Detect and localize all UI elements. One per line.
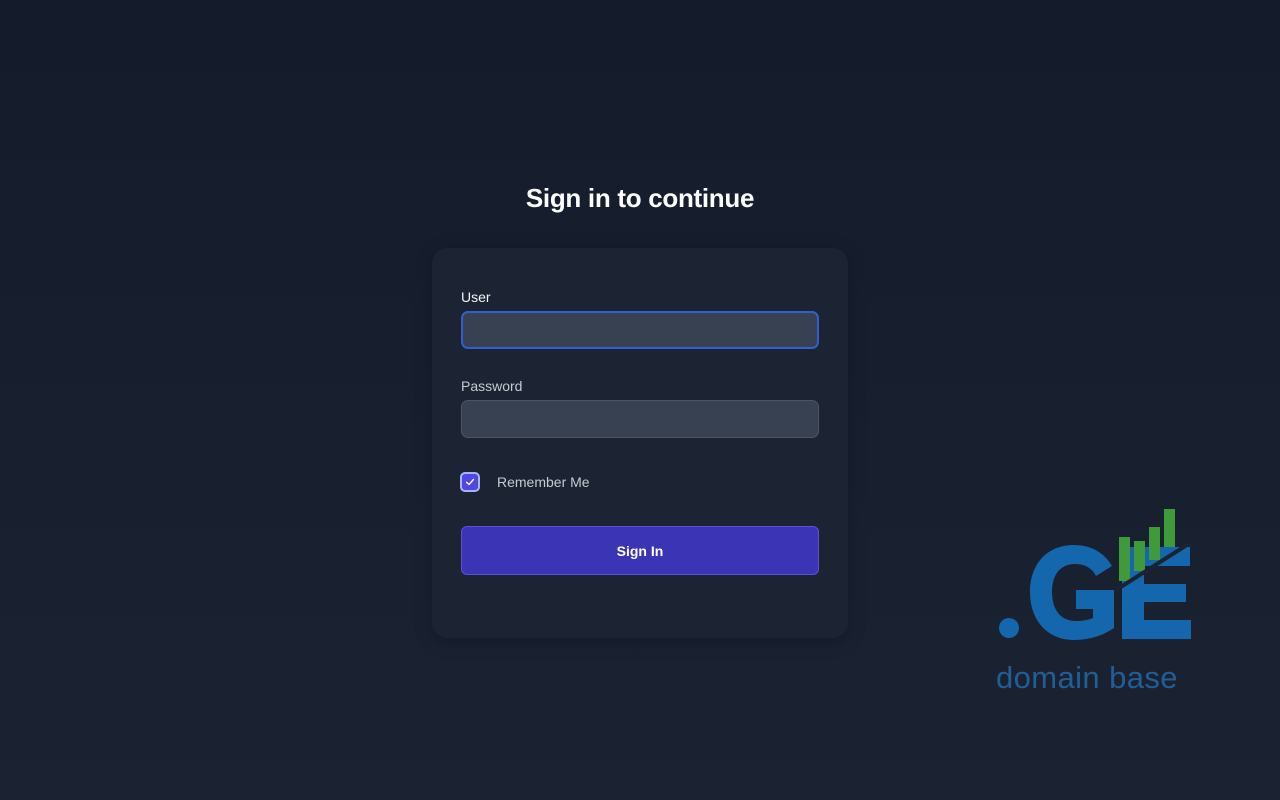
logo-letter-e [1122,547,1191,639]
remember-me-row[interactable]: Remember Me [460,471,590,493]
remember-me-label: Remember Me [497,474,590,490]
page-title: Sign in to continue [525,183,755,213]
user-input[interactable] [461,311,819,349]
check-icon [465,478,475,486]
sign-in-button[interactable]: Sign In [461,526,819,575]
password-input[interactable] [461,400,819,438]
remember-me-checkbox[interactable] [460,472,480,492]
login-card: User Password Remember Me Sign In [432,248,848,638]
user-label: User [461,289,491,305]
logo-text: domain base [996,660,1178,695]
password-label: Password [461,378,523,394]
logo-dot [999,618,1019,638]
logo-letter-g [1030,545,1114,640]
